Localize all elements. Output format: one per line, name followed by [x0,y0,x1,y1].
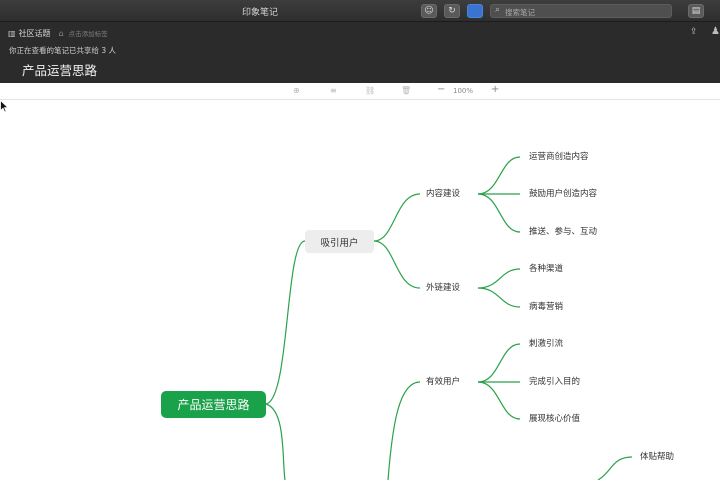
connector [387,381,421,480]
zoom-in-button[interactable]: + [491,85,499,95]
sync-icon[interactable]: ↻ [444,4,460,18]
topic-leaf[interactable]: 展现核心价值 [529,413,580,425]
connector [373,193,421,242]
topic-leaf[interactable]: 鼓励用户创造内容 [529,188,597,200]
connector [477,193,521,233]
tag-icon: ⌂ [58,28,64,38]
delete-icon[interactable]: 🗑 [401,86,411,96]
note-header: ▥ 社区话题 ⌂ 点击添加标签 ⇪ ♟ 你正在查看的笔记已共享给 3 人 产品运… [0,22,720,83]
note-title[interactable]: 产品运营思路 [22,60,97,79]
window-titlebar: 印象笔记 ☺ ↻ ⌕ 搜索笔记 ▤ [0,0,720,22]
search-icon: ⌕ [495,5,501,15]
topic-link-building[interactable]: 外链建设 [426,282,460,294]
connector [477,381,521,420]
activity-icon[interactable] [467,4,483,18]
connector [265,403,286,480]
people-icon[interactable]: ☺ [421,4,437,18]
connector [265,240,306,405]
notebook-name[interactable]: 社区话题 [19,28,51,39]
account-icon[interactable]: ▤ [688,4,704,18]
connector [477,287,521,308]
connector [597,456,633,480]
zoom-level: 100% [453,87,474,95]
search-input[interactable]: ⌕ 搜索笔记 [490,4,672,18]
link-icon[interactable]: ⛓ [365,86,375,96]
mouse-cursor-icon [0,100,9,113]
mindmap-canvas[interactable]: 产品运营思路 吸引用户 内容建设 外链建设 有效用户 运营商创造内容 鼓励用户创… [0,100,720,480]
notebook-selector[interactable]: ▥ 社区话题 ⌂ 点击添加标签 [8,27,108,39]
window-title: 印象笔记 [241,8,278,18]
topic-effective-users[interactable]: 有效用户 [426,376,460,388]
topic-attract-users[interactable]: 吸引用户 [305,230,374,253]
notebook-icon: ▥ [8,28,16,38]
search-placeholder: 搜索笔记 [505,8,535,17]
topic-leaf[interactable]: 病毒营销 [529,301,563,313]
mindmap-connectors [265,156,633,480]
connector [373,240,421,289]
topic-leaf[interactable]: 完成引入目的 [529,376,580,388]
root-topic[interactable]: 产品运营思路 [161,391,266,418]
topic-leaf[interactable]: 体贴帮助 [640,451,674,463]
share-icon[interactable]: ⇪ [690,27,698,37]
topic-leaf[interactable]: 刺激引流 [529,338,563,350]
collaborators-icon[interactable]: ♟ [711,26,720,37]
shared-info: 你正在查看的笔记已共享给 3 人 [9,46,117,55]
tag-input[interactable]: 点击添加标签 [69,28,108,38]
topic-leaf[interactable]: 各种渠道 [529,263,563,275]
connector [477,156,521,195]
topic-content-building[interactable]: 内容建设 [426,188,460,200]
mindmap-toolbar: ⊕ ≡ ⛓ 🗑 − 100% + [0,83,720,100]
outline-icon[interactable]: ≡ [330,86,337,96]
add-topic-icon[interactable]: ⊕ [293,86,300,96]
connector [477,268,521,289]
connector [477,343,521,383]
topic-leaf[interactable]: 推送、参与、互动 [529,226,597,238]
zoom-out-button[interactable]: − [437,85,445,95]
topic-leaf[interactable]: 运营商创造内容 [529,151,589,163]
